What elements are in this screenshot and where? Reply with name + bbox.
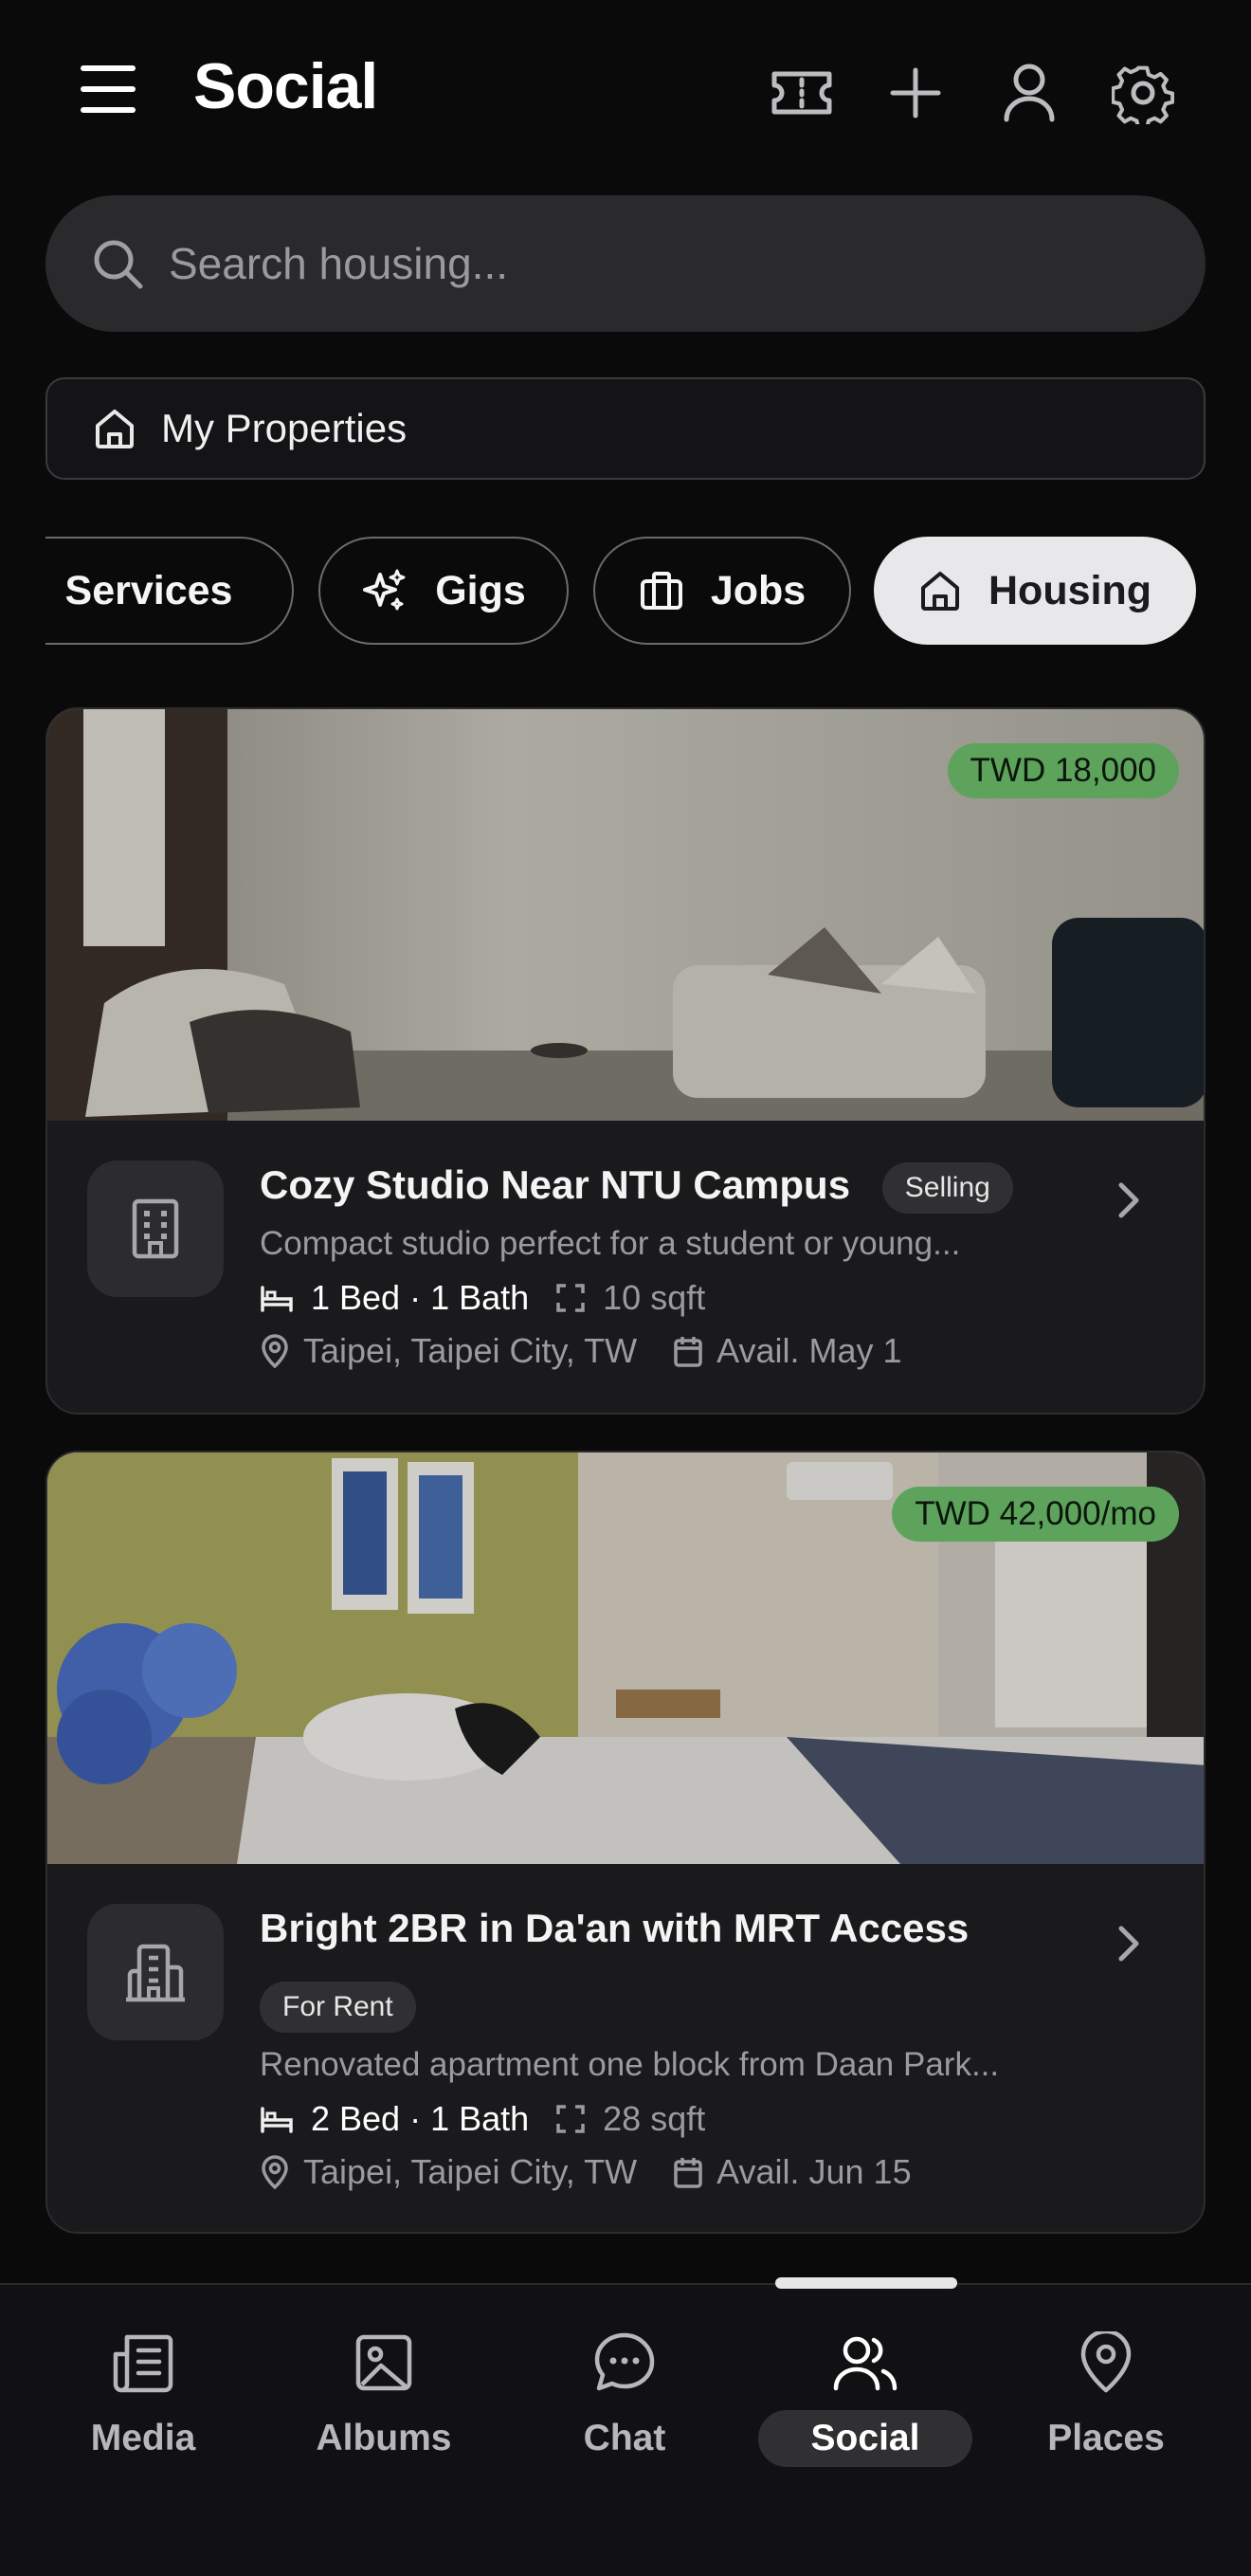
area-size: 28 sqft — [603, 2099, 706, 2138]
ticket-icon — [771, 71, 832, 115]
map-pin-icon — [1080, 2331, 1132, 2393]
listing-status-badge: For Rent — [260, 1982, 416, 2033]
user-icon — [1004, 64, 1055, 122]
chip-label: Jobs — [710, 567, 807, 613]
property-type-thumb — [87, 1904, 224, 2040]
nav-item-places[interactable]: Places — [986, 2285, 1226, 2475]
bed-icon — [261, 1286, 293, 1312]
profile-button[interactable] — [991, 55, 1067, 131]
gear-icon — [1112, 65, 1174, 124]
calendar-icon — [674, 1337, 702, 1367]
sparkles-icon — [363, 569, 406, 611]
chip-label: Housing — [988, 567, 1151, 613]
chip-services[interactable]: Services — [45, 537, 294, 645]
listing-location: Taipei, Taipei City, TW — [303, 2152, 638, 2191]
nav-label: Places — [1047, 2418, 1165, 2458]
location-pin-icon — [262, 1334, 288, 1368]
listing-card[interactable]: TWD 18,000 Cozy Studio Near NTU Campus S… — [45, 707, 1206, 1415]
chevron-right-icon — [1118, 1182, 1139, 1218]
nav-item-social[interactable]: Social — [745, 2285, 986, 2475]
add-button[interactable] — [878, 55, 953, 131]
listing-card[interactable]: TWD 42,000/mo Bright 2BR in Da'an with M… — [45, 1451, 1206, 2234]
chip-gigs[interactable]: Gigs — [318, 537, 569, 645]
users-icon — [833, 2336, 897, 2391]
area-size: 10 sqft — [603, 1278, 706, 1317]
nav-label: Media — [90, 2418, 196, 2458]
chip-label: Services — [64, 567, 233, 613]
my-properties-label: My Properties — [161, 406, 408, 450]
settings-button[interactable] — [1105, 55, 1181, 131]
apartment-building-icon — [126, 1944, 185, 2002]
home-icon — [921, 572, 959, 611]
bed-icon — [261, 2107, 293, 2133]
listing-title-row: Cozy Studio Near NTU Campus Selling — [260, 1162, 1013, 1214]
listing-title: Cozy Studio Near NTU Campus — [260, 1162, 851, 1208]
page-title: Social — [193, 50, 378, 122]
nav-item-chat[interactable]: Chat — [504, 2285, 745, 2475]
listing-title: Bright 2BR in Da'an with MRT Access — [260, 1906, 970, 1950]
listing-photo: TWD 18,000 — [47, 709, 1204, 1121]
briefcase-icon — [640, 572, 682, 610]
search-bar[interactable] — [45, 195, 1206, 332]
location-pin-icon — [262, 2155, 288, 2189]
building-icon — [132, 1198, 179, 1259]
my-properties-button[interactable]: My Properties — [45, 377, 1206, 480]
listing-specs: 2 Bed · 1 Bath 28 sqft — [260, 2099, 705, 2139]
listing-description: Renovated apartment one block from Daan … — [260, 2046, 1000, 2083]
chip-label: Gigs — [435, 567, 526, 613]
nav-item-media[interactable]: Media — [23, 2285, 263, 2475]
nav-label: Chat — [583, 2418, 666, 2458]
beds-baths: 1 Bed · 1 Bath — [311, 1278, 530, 1317]
beds-baths: 2 Bed · 1 Bath — [311, 2099, 530, 2138]
listing-status-row: For Rent — [260, 1982, 416, 2033]
home-icon — [96, 410, 134, 448]
price-badge: TWD 18,000 — [947, 743, 1179, 798]
nav-label: Social — [757, 2410, 973, 2467]
listing-photo: TWD 42,000/mo — [47, 1452, 1204, 1864]
menu-button[interactable] — [74, 55, 142, 123]
nav-label: Albums — [316, 2418, 452, 2458]
chevron-right-icon — [1118, 1926, 1139, 1962]
search-icon — [94, 240, 143, 289]
newspaper-icon — [113, 2334, 173, 2393]
hamburger-menu-icon — [81, 65, 136, 113]
price-badge: TWD 42,000/mo — [892, 1487, 1179, 1542]
chip-jobs[interactable]: Jobs — [593, 537, 851, 645]
search-input[interactable] — [169, 238, 1116, 289]
listing-status-badge: Selling — [881, 1162, 1013, 1214]
chat-bubble-icon — [594, 2332, 655, 2391]
nav-item-albums[interactable]: Albums — [263, 2285, 504, 2475]
listing-description: Compact studio perfect for a student or … — [260, 1225, 961, 1262]
plus-icon — [890, 67, 941, 119]
area-icon — [556, 2105, 585, 2133]
area-icon — [556, 1284, 585, 1312]
ticket-button[interactable] — [764, 55, 840, 131]
listing-specs: 1 Bed · 1 Bath 10 sqft — [260, 1278, 705, 1318]
listing-availability: Avail. Jun 15 — [716, 2152, 912, 2191]
app-header: Social — [0, 0, 1251, 180]
calendar-icon — [674, 2158, 702, 2188]
listing-availability: Avail. May 1 — [716, 1331, 902, 1370]
category-chips: Services Gigs Jobs Housing — [45, 535, 1206, 647]
listing-location-row: Taipei, Taipei City, TW Avail. May 1 — [260, 1331, 902, 1371]
chip-housing[interactable]: Housing — [874, 537, 1196, 645]
bottom-nav: Media Albums Chat Social Places — [0, 2283, 1251, 2576]
image-icon — [355, 2334, 412, 2391]
listing-location-row: Taipei, Taipei City, TW Avail. Jun 15 — [260, 2152, 912, 2192]
property-type-thumb — [87, 1160, 224, 1297]
listing-location: Taipei, Taipei City, TW — [303, 1331, 638, 1370]
home-indicator — [775, 2277, 957, 2289]
